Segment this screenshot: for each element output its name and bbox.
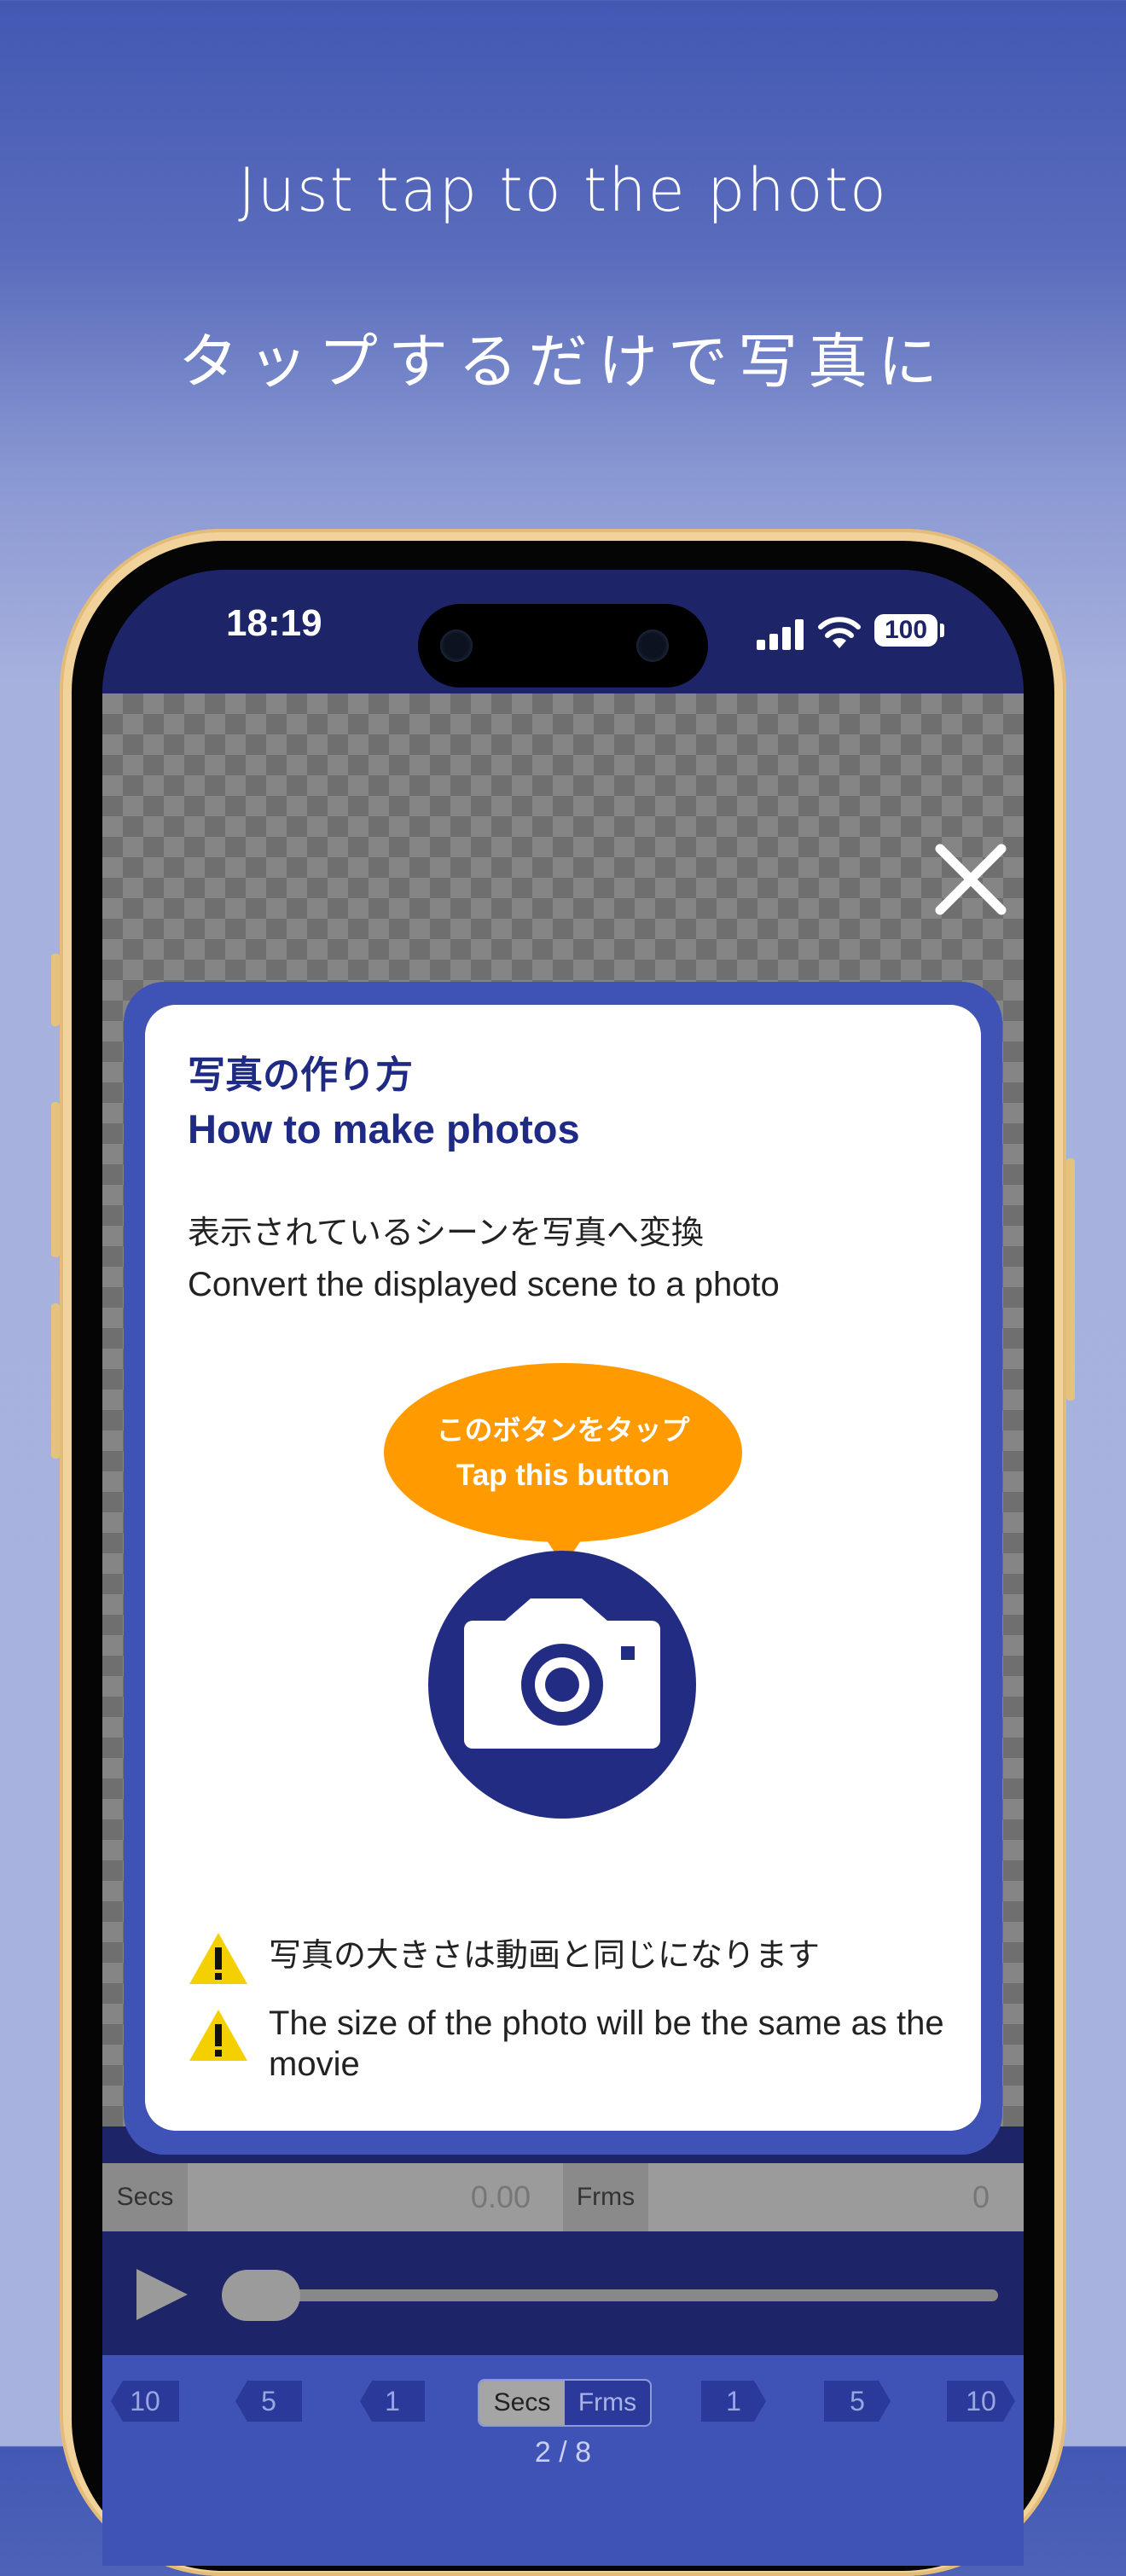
camera-icon <box>464 1598 660 1749</box>
secs-label: Secs <box>102 2163 188 2231</box>
warning-icon <box>189 2010 247 2061</box>
camera-button[interactable] <box>428 1551 696 1819</box>
how-to-modal: 写真の作り方 How to make photos 表示されているシーンを写真へ… <box>145 1005 981 2131</box>
battery-tip <box>940 624 944 637</box>
front-camera-icon <box>440 629 473 662</box>
segment-secs[interactable]: Secs <box>479 2381 565 2425</box>
segment-frms[interactable]: Frms <box>565 2381 650 2425</box>
timeline-slider[interactable] <box>222 2289 998 2301</box>
phone-power-button <box>1066 1158 1075 1401</box>
warning-text-japanese: 写真の大きさは動画と同じになります <box>269 1936 821 1974</box>
frms-value: 0 <box>972 2179 990 2214</box>
timeline-slider-knob[interactable] <box>222 2270 300 2321</box>
sensor-icon <box>636 629 669 662</box>
warning-icon <box>189 1933 247 1984</box>
time-readout-bar: Secs 0.00 Frms 0 <box>102 2163 1024 2231</box>
cellular-signal-icon <box>757 619 808 650</box>
headline-english: Just tap to the photo <box>238 155 888 225</box>
modal-title-japanese: 写真の作り方 <box>188 1053 413 1097</box>
modal-title-english: How to make photos <box>188 1106 580 1152</box>
status-time: 18:19 <box>226 602 322 644</box>
playback-controls <box>102 2231 1024 2355</box>
play-icon[interactable] <box>136 2269 188 2320</box>
phone-screen: 18:19 100 写真の作り方 How to make photos 表示され… <box>102 570 1024 2566</box>
modal-description-english: Convert the displayed scene to a photo <box>188 1266 780 1303</box>
wifi-icon <box>818 617 861 648</box>
secs-value: 0.00 <box>470 2179 531 2214</box>
phone-volume-down-button <box>51 1303 60 1459</box>
dynamic-island <box>418 604 708 688</box>
modal-description-japanese: 表示されているシーンを写真へ変換 <box>188 1214 704 1251</box>
phone-side-button <box>51 954 60 1026</box>
page-indicator: 2 / 8 <box>534 2436 592 2469</box>
step-forward-10-button[interactable]: 10 <box>947 2381 1015 2422</box>
step-forward-1-button[interactable]: 1 <box>701 2381 766 2422</box>
headline-japanese: タップするだけで写真に <box>178 327 948 397</box>
bubble-text-english: Tap this button <box>456 1459 670 1492</box>
phone-volume-up-button <box>51 1102 60 1257</box>
step-back-5-button[interactable]: 5 <box>235 2381 302 2422</box>
status-bar: 18:19 100 <box>102 570 1024 693</box>
step-controls: 10 5 1 Secs Frms 1 5 10 2 / 8 <box>102 2355 1024 2566</box>
frms-label: Frms <box>563 2163 648 2231</box>
step-back-10-button[interactable]: 10 <box>111 2381 179 2422</box>
step-forward-5-button[interactable]: 5 <box>824 2381 891 2422</box>
close-icon[interactable] <box>932 840 1010 919</box>
battery-icon: 100 <box>874 614 937 647</box>
unit-segmented-control[interactable]: Secs Frms <box>478 2379 652 2427</box>
step-back-1-button[interactable]: 1 <box>360 2381 425 2422</box>
bubble-text-japanese: このボタンをタップ <box>436 1413 690 1447</box>
warning-text-english: The size of the photo will be the same a… <box>269 2005 944 2083</box>
speech-bubble: このボタンをタップ Tap this button <box>384 1363 742 1542</box>
